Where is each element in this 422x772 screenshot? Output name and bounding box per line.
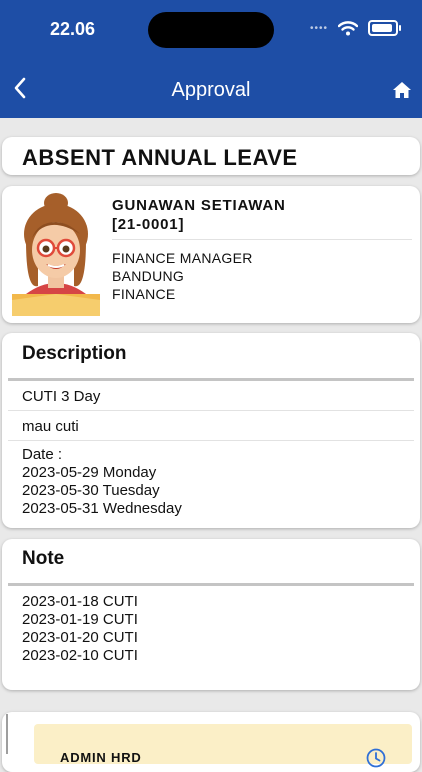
timeline-line bbox=[6, 714, 8, 754]
approver-item[interactable]: ADMIN HRD bbox=[34, 724, 412, 768]
top-app-bar: 22.06 •••• Approval bbox=[0, 0, 422, 118]
leave-duration: CUTI 3 Day bbox=[22, 388, 101, 405]
note-item: 2023-01-19 CUTI bbox=[22, 611, 138, 628]
date-label: Date : bbox=[22, 446, 63, 463]
divider bbox=[8, 440, 414, 441]
leave-type-card: ABSENT ANNUAL LEAVE bbox=[2, 137, 420, 175]
note-heading: Note bbox=[22, 548, 65, 569]
note-item: 2023-01-20 CUTI bbox=[22, 629, 138, 646]
home-button[interactable] bbox=[390, 78, 414, 102]
note-item: 2023-02-10 CUTI bbox=[22, 647, 138, 664]
employee-location: BANDUNG bbox=[112, 268, 185, 284]
wifi-icon bbox=[338, 20, 358, 35]
cellular-signal-icon: •••• bbox=[309, 22, 328, 34]
employee-card: GUNAWAN SETIAWAN [21-0001] FINANCE MANAG… bbox=[2, 186, 420, 323]
status-time: 22.06 bbox=[50, 19, 96, 39]
divider bbox=[8, 410, 414, 411]
note-item: 2023-01-18 CUTI bbox=[22, 593, 138, 610]
home-icon bbox=[393, 82, 411, 98]
leave-reason: mau cuti bbox=[22, 418, 79, 435]
date-item: 2023-05-30 Tuesday bbox=[22, 482, 160, 499]
divider bbox=[8, 378, 414, 381]
description-card: Description CUTI 3 Day mau cuti Date : 2… bbox=[2, 333, 420, 528]
page-title: Approval bbox=[171, 79, 251, 101]
description-heading: Description bbox=[22, 343, 127, 364]
note-list: 2023-01-18 CUTI 2023-01-19 CUTI 2023-01-… bbox=[22, 593, 138, 665]
leave-dates: Date : 2023-05-29 Monday 2023-05-30 Tues… bbox=[22, 446, 182, 518]
battery-icon bbox=[368, 20, 401, 36]
employee-id: [21-0001] bbox=[112, 216, 185, 233]
employee-position: FINANCE MANAGER bbox=[112, 250, 253, 266]
leave-type-title: ABSENT ANNUAL LEAVE bbox=[22, 145, 298, 170]
status-icons: •••• bbox=[309, 20, 401, 36]
date-item: 2023-05-31 Wednesday bbox=[22, 500, 182, 517]
employee-details: FINANCE MANAGER BANDUNG FINANCE bbox=[112, 249, 253, 303]
employee-avatar bbox=[12, 193, 100, 316]
dynamic-island bbox=[148, 12, 274, 48]
clock-icon bbox=[366, 748, 386, 768]
divider bbox=[112, 239, 412, 240]
note-card: Note 2023-01-18 CUTI 2023-01-19 CUTI 202… bbox=[2, 539, 420, 690]
divider bbox=[8, 583, 414, 586]
employee-department: FINANCE bbox=[112, 286, 176, 302]
approval-timeline-card: ADMIN HRD bbox=[2, 712, 420, 772]
date-item: 2023-05-29 Monday bbox=[22, 464, 157, 481]
approver-name: ADMIN HRD bbox=[60, 750, 142, 765]
employee-name: GUNAWAN SETIAWAN bbox=[112, 197, 286, 214]
employee-name-block: GUNAWAN SETIAWAN [21-0001] bbox=[112, 196, 286, 234]
